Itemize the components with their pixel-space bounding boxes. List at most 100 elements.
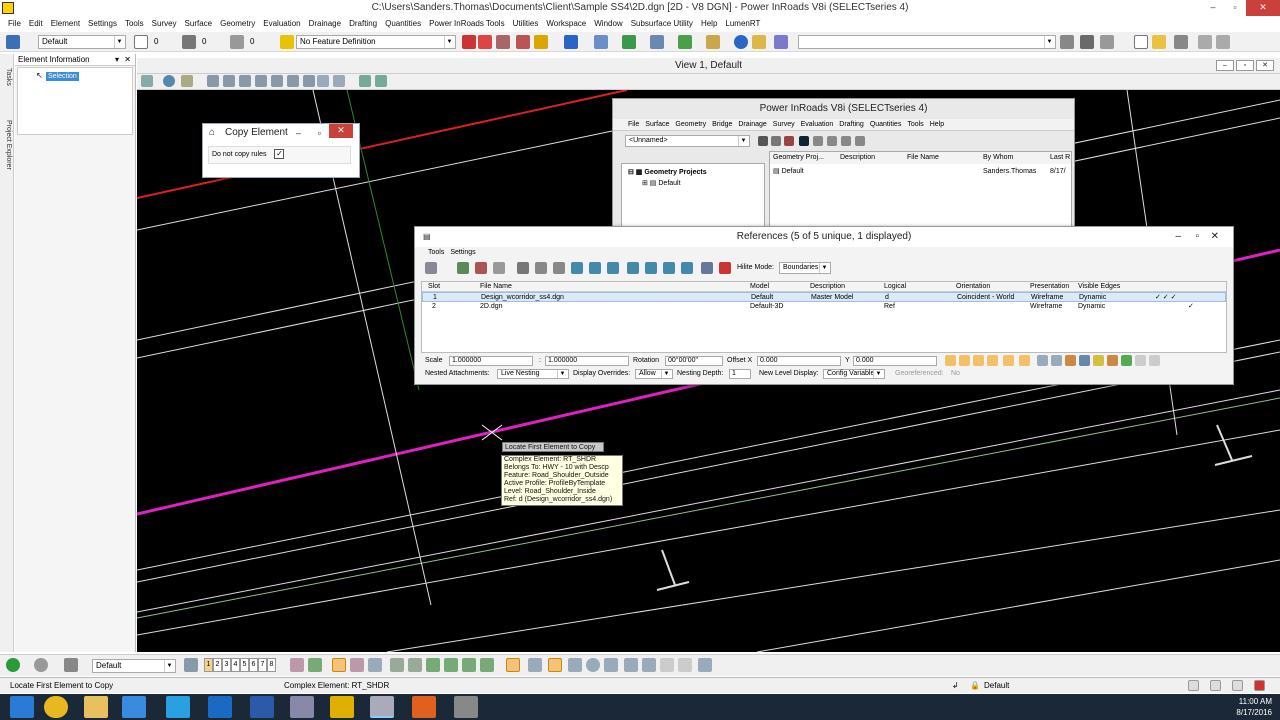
stack-icon[interactable]	[706, 35, 720, 49]
menu-subsurface-utility[interactable]: Subsurface Utility	[627, 19, 697, 28]
menu-help[interactable]: Help	[697, 19, 721, 28]
snap-bisector-icon[interactable]	[408, 658, 422, 672]
snap-midpoint-icon[interactable]	[350, 658, 364, 672]
menu-quantities[interactable]: Quantities	[381, 19, 425, 28]
feature-color-icon[interactable]	[462, 35, 476, 49]
pir-menu-evaluation[interactable]: Evaluation	[798, 119, 837, 130]
pir-menu-help[interactable]: Help	[927, 119, 947, 130]
command-input[interactable]: ▼	[798, 35, 1056, 49]
view-5-button[interactable]: 5	[240, 658, 249, 672]
snap-grid-icon[interactable]	[698, 658, 712, 672]
bottom-level-combo[interactable]: Default ▼	[92, 659, 176, 673]
col-last[interactable]: Last R	[1050, 152, 1070, 164]
zoom-in-icon[interactable]	[223, 75, 235, 87]
rotate-icon[interactable]	[553, 262, 565, 274]
tree-child[interactable]: ⊞ ▤ Default	[642, 179, 681, 187]
pir-menu-surface[interactable]: Surface	[642, 119, 672, 130]
pir-menu-quantities[interactable]: Quantities	[867, 119, 905, 130]
menu-power-inroads-tools[interactable]: Power InRoads Tools	[425, 19, 508, 28]
back-icon[interactable]	[6, 658, 20, 672]
tab-tasks[interactable]: Tasks	[2, 68, 12, 86]
rotate-view-icon[interactable]	[287, 75, 299, 87]
view-2-button[interactable]: 2	[213, 658, 222, 672]
clip-delete-icon[interactable]	[627, 262, 639, 274]
snap-perpendicular-icon[interactable]	[462, 658, 476, 672]
view-attributes-icon[interactable]	[141, 75, 153, 87]
open-folder-icon[interactable]	[1152, 35, 1166, 49]
tool-icon[interactable]	[1065, 355, 1076, 366]
search-icon[interactable]	[752, 35, 766, 49]
menu-drainage[interactable]: Drainage	[305, 19, 345, 28]
pan-icon[interactable]	[303, 75, 315, 87]
move-icon[interactable]	[517, 262, 529, 274]
snap-active-icon[interactable]	[332, 658, 346, 672]
system-tray[interactable]: 11:00 AM 8/17/2016	[1236, 696, 1272, 718]
info-icon[interactable]	[734, 35, 748, 49]
pin-icon[interactable]: ▾	[115, 54, 119, 66]
globe-icon[interactable]	[701, 262, 713, 274]
clip-icon[interactable]	[589, 262, 601, 274]
view-4-button[interactable]: 4	[231, 658, 240, 672]
snap-icon[interactable]	[1080, 35, 1094, 49]
copy-element-close-button[interactable]: ✕	[329, 124, 353, 138]
pir-toolbar-icon[interactable]	[799, 136, 809, 146]
word-icon[interactable]	[250, 696, 274, 718]
tool-icon[interactable]	[973, 355, 984, 366]
view-3-button[interactable]: 3	[222, 658, 231, 672]
tool-icon[interactable]	[1037, 355, 1048, 366]
pir-menu-tools[interactable]: Tools	[904, 119, 926, 130]
view-icon[interactable]	[564, 35, 578, 49]
menu-settings[interactable]: Settings	[84, 19, 121, 28]
next-view-icon[interactable]	[333, 75, 345, 87]
file-explorer-icon[interactable]	[84, 696, 108, 718]
snap-through-icon[interactable]	[528, 658, 542, 672]
col-file-name[interactable]: File Name	[480, 282, 512, 292]
menu-tools[interactable]: Tools	[121, 19, 148, 28]
col-description[interactable]: Description	[810, 282, 845, 292]
view-minimize-button[interactable]: –	[1216, 60, 1234, 71]
status-icon[interactable]	[1232, 680, 1243, 691]
col-presentation[interactable]: Presentation	[1030, 282, 1069, 292]
menu-evaluation[interactable]: Evaluation	[259, 19, 304, 28]
table-row[interactable]: 1 Design_wcorridor_ss4.dgn Default Maste…	[422, 292, 1226, 302]
detach-icon[interactable]	[475, 262, 487, 274]
tab-project-explorer[interactable]: Project Explorer	[2, 120, 12, 170]
col-geometry-project[interactable]: Geometry Proj...	[773, 152, 824, 164]
snap-cross-icon[interactable]	[624, 658, 638, 672]
tool-icon[interactable]	[1121, 355, 1132, 366]
pir-toolbar-icon[interactable]	[758, 136, 768, 146]
copy-element-maximize-button[interactable]: ▫	[318, 124, 321, 142]
tool-icon[interactable]	[945, 355, 956, 366]
pir-toolbar-icon[interactable]	[827, 136, 837, 146]
status-level[interactable]: Default	[984, 678, 1009, 694]
new-level-display-combo[interactable]: Config Variable ▼	[823, 369, 885, 379]
col-by-whom[interactable]: By Whom	[983, 152, 1013, 164]
tool-icon[interactable]	[1135, 355, 1146, 366]
pir-toolbar-icon[interactable]	[841, 136, 851, 146]
power-inroads-taskbar-icon[interactable]	[370, 696, 394, 718]
view-8-button[interactable]: 8	[267, 658, 276, 672]
snap-origin-icon[interactable]	[390, 658, 404, 672]
globe-icon[interactable]	[650, 35, 664, 49]
rotation-input[interactable]: 00°00'00"	[665, 356, 723, 366]
nested-attachments-combo[interactable]: Live Nesting ▼	[497, 369, 569, 379]
references-minimize-button[interactable]: –	[1175, 227, 1181, 247]
snap-edge-icon[interactable]	[678, 658, 692, 672]
delete-icon[interactable]	[719, 262, 731, 274]
table-row[interactable]: 2 2D.dgn Default-3D Ref Wireframe Dynami…	[422, 302, 1226, 312]
snap-circle-icon[interactable]	[586, 658, 600, 672]
media-player-icon[interactable]	[412, 696, 436, 718]
pir-menu-geometry[interactable]: Geometry	[672, 119, 709, 130]
view-groups-icon[interactable]	[184, 658, 198, 672]
snap-point-on-icon[interactable]	[548, 658, 562, 672]
copy-element-minimize-button[interactable]: –	[296, 124, 301, 142]
menu-element[interactable]: Element	[47, 19, 84, 28]
snap-x-icon[interactable]	[642, 658, 656, 672]
maximize-button[interactable]: ▫	[1224, 0, 1246, 16]
snap-tangent-icon[interactable]	[444, 658, 458, 672]
col-orientation[interactable]: Orientation	[956, 282, 990, 292]
filter-icon[interactable]	[1100, 35, 1114, 49]
menu-lumenrt[interactable]: LumenRT	[721, 19, 764, 28]
clip-mask-icon[interactable]	[607, 262, 619, 274]
references-menu-settings[interactable]: Settings	[447, 247, 478, 259]
